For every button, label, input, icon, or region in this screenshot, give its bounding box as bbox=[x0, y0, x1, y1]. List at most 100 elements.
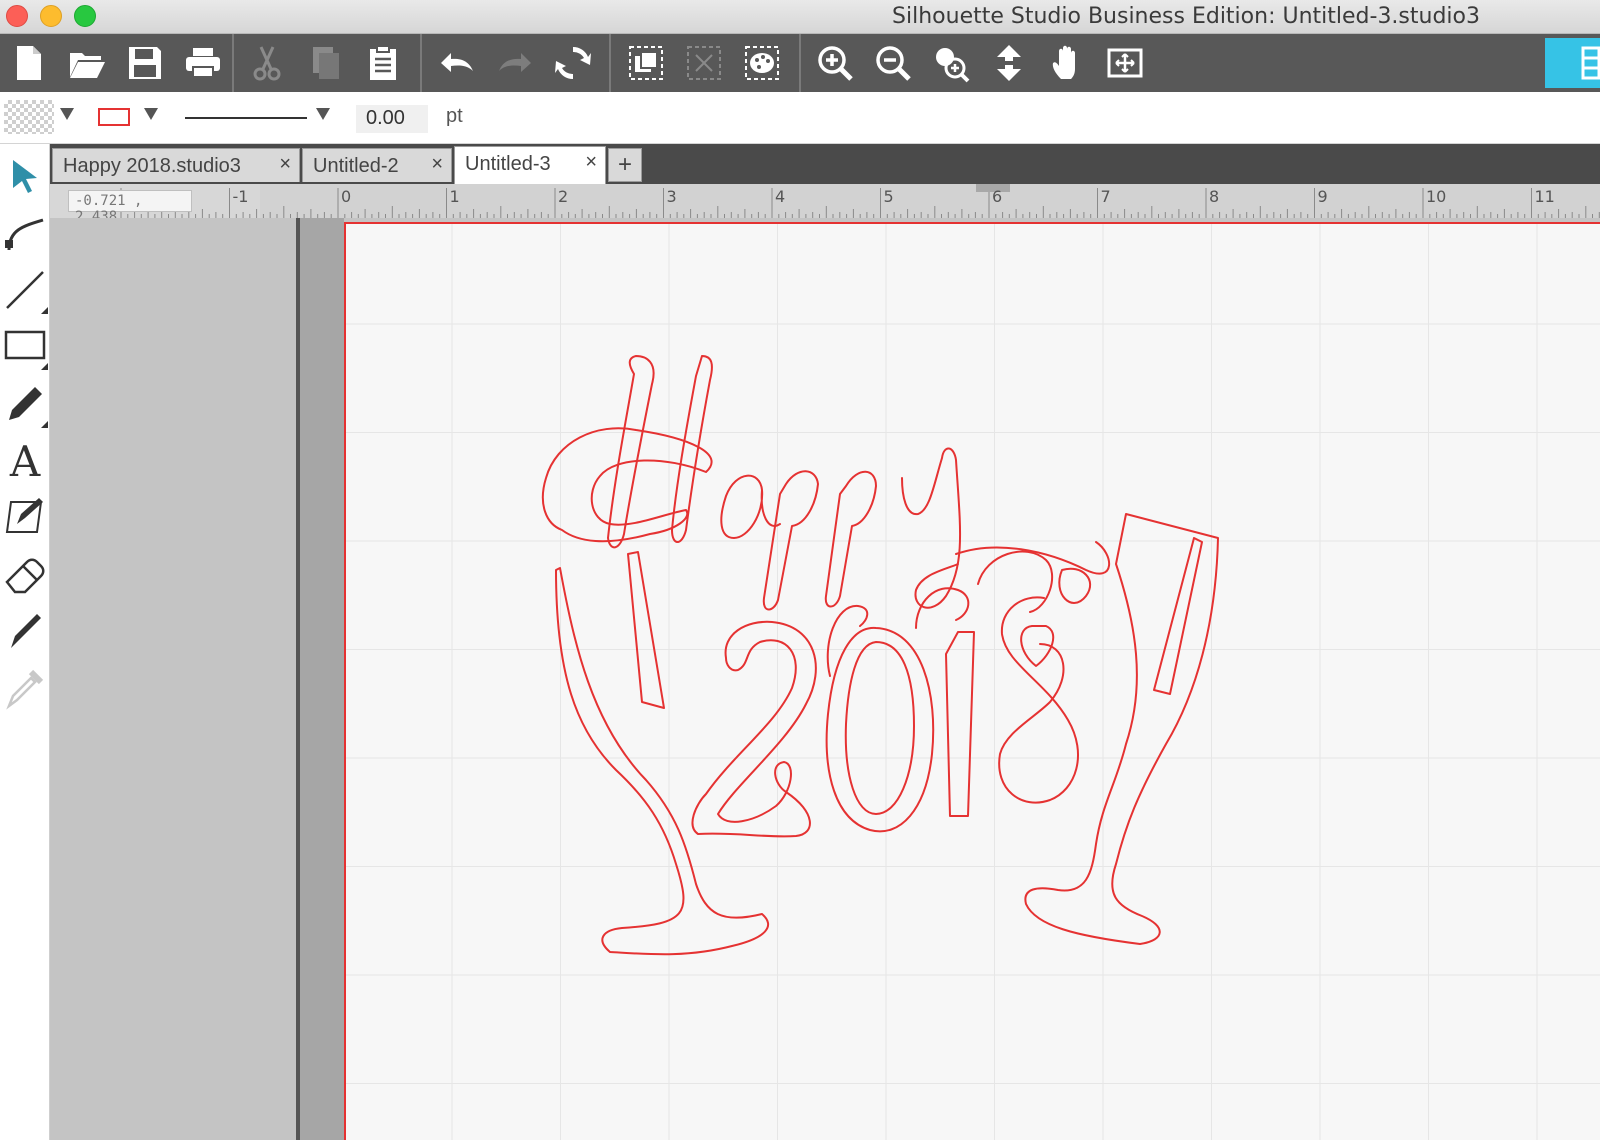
text-a-icon: A bbox=[9, 438, 41, 482]
history-tool-group bbox=[428, 34, 602, 92]
group-button[interactable] bbox=[617, 34, 675, 92]
fit-to-page-icon bbox=[997, 45, 1021, 81]
design-artwork[interactable] bbox=[346, 224, 1600, 1140]
page-view-button[interactable] bbox=[1096, 34, 1154, 92]
pan-button[interactable] bbox=[1038, 34, 1096, 92]
rectangle-tool[interactable] bbox=[0, 318, 50, 374]
workspace-canvas[interactable] bbox=[50, 218, 1600, 1140]
cursor-coordinates: -0.721 , 2.438 bbox=[68, 190, 192, 225]
ruler-label: 6 bbox=[992, 187, 1002, 206]
close-window-button[interactable] bbox=[6, 5, 28, 27]
copy-icon bbox=[313, 47, 339, 79]
draw-tool[interactable] bbox=[0, 376, 50, 432]
undo-icon bbox=[441, 53, 473, 72]
fill-color-swatch[interactable] bbox=[4, 100, 54, 134]
edit-tool-group bbox=[238, 34, 412, 92]
ruler-label: 9 bbox=[1318, 187, 1328, 206]
zoom-out-button[interactable] bbox=[864, 34, 922, 92]
submenu-corner-icon bbox=[41, 421, 48, 428]
redo-button[interactable] bbox=[486, 34, 544, 92]
happy-lettering[interactable] bbox=[541, 355, 962, 611]
line-tool[interactable] bbox=[0, 262, 50, 318]
eraser-tool[interactable] bbox=[0, 546, 50, 602]
select-tool[interactable] bbox=[0, 148, 50, 204]
line-color-swatch[interactable] bbox=[98, 108, 130, 126]
line-icon bbox=[6, 271, 44, 309]
sketch-pen-icon bbox=[5, 498, 43, 533]
open-folder-icon bbox=[70, 53, 105, 78]
paste-button[interactable] bbox=[354, 34, 412, 92]
knife-tool[interactable] bbox=[0, 602, 50, 658]
line-color-dropdown-icon[interactable] bbox=[144, 108, 158, 120]
ungroup-icon bbox=[687, 46, 721, 80]
pan-hand-icon bbox=[1052, 45, 1075, 79]
new-document-button[interactable] bbox=[0, 34, 58, 92]
properties-bar: 0.00 pt bbox=[0, 92, 1600, 144]
tab-happy-2018[interactable]: Happy 2018.studio3 × bbox=[52, 148, 300, 182]
view-tool-group bbox=[806, 34, 1154, 92]
design-page[interactable] bbox=[344, 222, 1600, 1140]
rectangle-icon bbox=[4, 330, 46, 360]
ruler-label: 3 bbox=[667, 187, 677, 206]
tab-untitled-3[interactable]: Untitled-3 × bbox=[454, 146, 606, 184]
eyedropper-icon bbox=[6, 669, 44, 710]
tab-label: Happy 2018.studio3 bbox=[63, 155, 241, 177]
fit-to-page-button[interactable] bbox=[980, 34, 1038, 92]
undo-button[interactable] bbox=[428, 34, 486, 92]
text-tool[interactable]: A bbox=[0, 432, 50, 488]
replicate-icon bbox=[555, 46, 591, 80]
right-champagne-glass[interactable] bbox=[1024, 513, 1219, 945]
print-button[interactable] bbox=[174, 34, 232, 92]
main-toolbar bbox=[0, 34, 1600, 92]
tab-close-icon[interactable]: × bbox=[279, 153, 291, 176]
ruler-label: 8 bbox=[1209, 187, 1219, 206]
year-2018-lettering[interactable] bbox=[691, 550, 1079, 838]
toolbar-separator bbox=[609, 34, 611, 92]
submenu-corner-icon bbox=[41, 363, 48, 370]
flourish-swirl[interactable] bbox=[955, 541, 1110, 604]
add-tab-button[interactable]: + bbox=[608, 148, 642, 182]
save-button[interactable] bbox=[116, 34, 174, 92]
line-style-dropdown-icon[interactable] bbox=[316, 108, 330, 120]
minimize-window-button[interactable] bbox=[40, 5, 62, 27]
sketch-tool[interactable] bbox=[0, 488, 50, 544]
color-palette-button[interactable] bbox=[733, 34, 791, 92]
ungroup-button[interactable] bbox=[675, 34, 733, 92]
zoom-in-button[interactable] bbox=[806, 34, 864, 92]
tab-close-icon[interactable]: × bbox=[585, 151, 597, 174]
ruler-label: 0 bbox=[341, 187, 351, 206]
eyedropper-tool[interactable] bbox=[0, 660, 50, 716]
cut-button[interactable] bbox=[238, 34, 296, 92]
select-arrow-icon bbox=[13, 160, 37, 193]
line-style-selector[interactable] bbox=[185, 117, 307, 119]
group-icon bbox=[629, 46, 663, 80]
window-title: Silhouette Studio Business Edition: Unti… bbox=[892, 4, 1480, 29]
copy-button[interactable] bbox=[296, 34, 354, 92]
file-tool-group bbox=[0, 34, 232, 92]
silhouette-studio-window: Silhouette Studio Business Edition: Unti… bbox=[0, 0, 1600, 1140]
bezier-curve-icon bbox=[5, 218, 44, 251]
zoom-selection-icon bbox=[936, 48, 970, 83]
page-view-icon bbox=[1107, 48, 1143, 78]
save-icon bbox=[129, 47, 161, 79]
cut-icon bbox=[253, 46, 281, 81]
open-button[interactable] bbox=[58, 34, 116, 92]
new-document-icon bbox=[17, 46, 41, 80]
maximize-window-button[interactable] bbox=[74, 5, 96, 27]
zoom-selection-button[interactable] bbox=[922, 34, 980, 92]
color-palette-icon bbox=[745, 46, 779, 80]
left-champagne-glass[interactable] bbox=[555, 551, 769, 956]
panel-toggle-button[interactable] bbox=[1545, 38, 1600, 88]
panel-toggle-icon bbox=[1581, 46, 1600, 80]
ruler-label: 11 bbox=[1535, 187, 1555, 206]
line-width-input[interactable]: 0.00 bbox=[356, 105, 428, 133]
replicate-button[interactable] bbox=[544, 34, 602, 92]
toolbar-separator bbox=[799, 34, 801, 92]
tab-close-icon[interactable]: × bbox=[431, 153, 443, 176]
point-edit-tool[interactable] bbox=[0, 204, 50, 260]
tab-untitled-2[interactable]: Untitled-2 × bbox=[302, 148, 452, 182]
toolbar-separator bbox=[232, 34, 234, 92]
fill-dropdown-icon[interactable] bbox=[60, 108, 74, 120]
ruler-label: 10 bbox=[1426, 187, 1446, 206]
ruler-corner: -0.721 , 2.438 bbox=[50, 184, 200, 225]
